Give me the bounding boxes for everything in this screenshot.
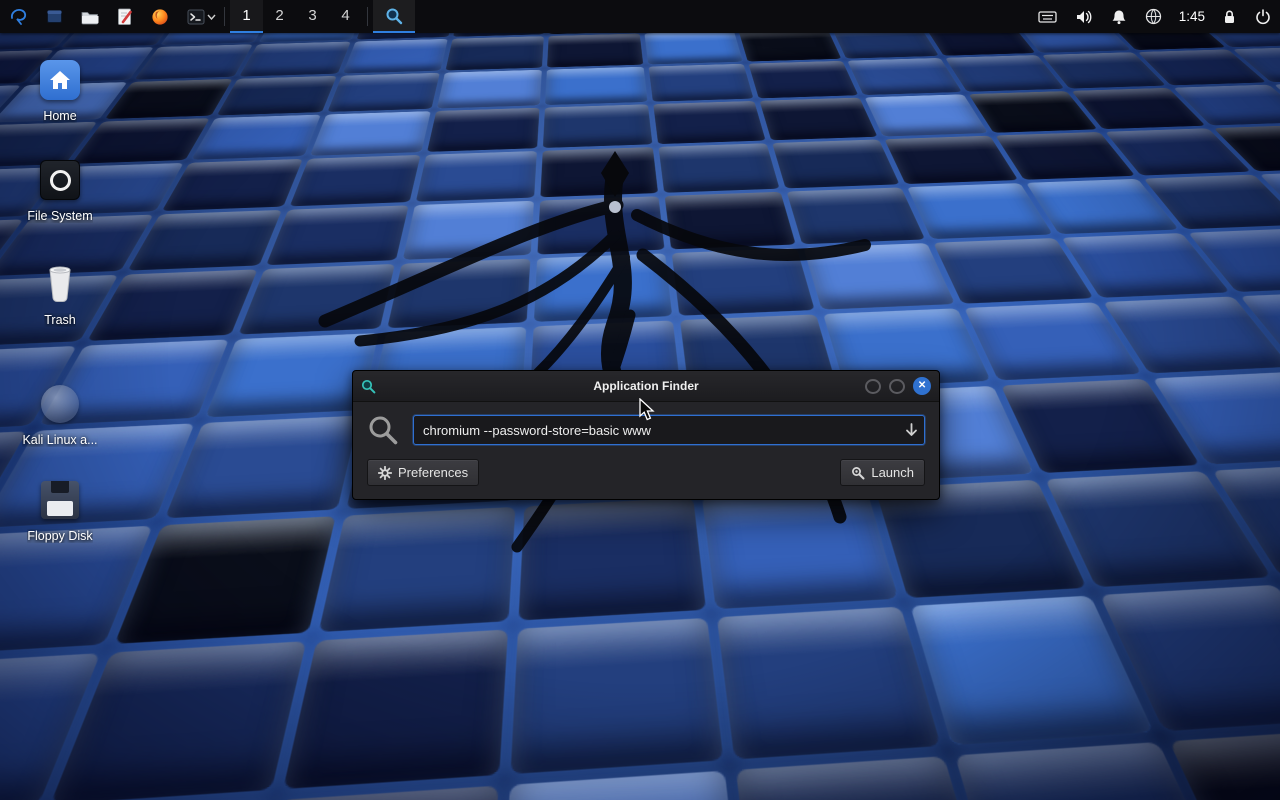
- launcher-window[interactable]: [37, 0, 72, 33]
- tray-keyboard-button[interactable]: [1029, 0, 1066, 33]
- launcher-text-editor[interactable]: [108, 0, 142, 33]
- clock-label: 1:45: [1179, 9, 1205, 24]
- preferences-button[interactable]: Preferences: [367, 459, 479, 486]
- workspace-label: 4: [341, 7, 349, 24]
- desktop-icon-file-system[interactable]: File System: [10, 158, 110, 228]
- workspace-label: 1: [242, 7, 250, 24]
- workspace-button-1[interactable]: 1: [230, 0, 263, 33]
- panel-left: 1 2 3 4: [0, 0, 415, 33]
- launch-label: Launch: [871, 465, 914, 480]
- titlebar[interactable]: Application Finder ✕: [353, 371, 939, 402]
- firefox-icon: [151, 8, 169, 26]
- desktop-icon-floppy-disk[interactable]: Floppy Disk: [10, 478, 110, 548]
- workspace-label: 3: [308, 7, 316, 24]
- workspace-button-3[interactable]: 3: [296, 0, 329, 33]
- power-icon: [1255, 9, 1271, 25]
- gear-icon: [378, 466, 392, 480]
- app-finder-icon: [385, 7, 403, 25]
- tray-volume-button[interactable]: [1066, 0, 1102, 33]
- kali-menu-button[interactable]: [0, 0, 37, 33]
- desktop-icon-kali-linux[interactable]: Kali Linux a...: [10, 382, 110, 452]
- desktop-icon-label: File System: [27, 209, 92, 223]
- desktop-icon-label: Trash: [44, 313, 76, 327]
- desktop-icon-home[interactable]: Home: [10, 58, 110, 128]
- desktop-icon-trash[interactable]: Trash: [10, 262, 110, 332]
- workspace-button-2[interactable]: 2: [263, 0, 296, 33]
- launcher-file-manager[interactable]: [72, 0, 108, 33]
- top-panel: 1 2 3 4: [0, 0, 1280, 33]
- preferences-label: Preferences: [398, 465, 468, 480]
- terminal-icon: [187, 9, 205, 25]
- command-input-wrap: [413, 415, 925, 445]
- panel-tray: 1:45: [1029, 0, 1280, 33]
- desktop-icon-label: Kali Linux a...: [22, 433, 97, 447]
- folder-icon: [81, 9, 99, 25]
- workspace-button-4[interactable]: 4: [329, 0, 362, 33]
- window-app-finder-icon: [361, 379, 376, 394]
- tray-power-button[interactable]: [1246, 0, 1280, 33]
- launch-button[interactable]: Launch: [840, 459, 925, 486]
- kali-logo-icon: [9, 7, 28, 26]
- network-globe-icon: [1145, 8, 1162, 25]
- application-finder-window: Application Finder ✕: [352, 370, 940, 500]
- launcher-firefox[interactable]: [142, 0, 178, 33]
- workspace-label: 2: [275, 7, 283, 24]
- panel-separator: [367, 7, 368, 26]
- trash-icon: [43, 264, 77, 304]
- close-button[interactable]: ✕: [913, 377, 931, 395]
- bell-icon: [1111, 9, 1127, 25]
- search-icon: [367, 414, 399, 446]
- window-icon: [46, 8, 63, 25]
- desktop-icon-label: Home: [43, 109, 76, 123]
- window-title: Application Finder: [353, 379, 939, 393]
- down-arrow-icon: [905, 423, 918, 437]
- terminal-dropdown-button[interactable]: [207, 0, 219, 33]
- lock-icon: [1222, 9, 1237, 25]
- launcher-terminal[interactable]: [178, 0, 207, 33]
- file-system-icon: [40, 160, 80, 200]
- finder-body: Preferences Launch: [353, 402, 939, 499]
- floppy-disk-icon: [41, 481, 79, 519]
- command-input[interactable]: [413, 415, 925, 445]
- tray-network-button[interactable]: [1136, 0, 1171, 33]
- volume-icon: [1075, 9, 1093, 25]
- submit-arrow-button[interactable]: [905, 423, 918, 437]
- launch-icon: [851, 466, 865, 480]
- taskbar-app-finder-button[interactable]: [373, 0, 415, 33]
- keyboard-icon: [1038, 10, 1057, 24]
- chevron-down-icon: [207, 14, 216, 20]
- tray-notifications-button[interactable]: [1102, 0, 1136, 33]
- window-controls: ✕: [865, 377, 931, 395]
- text-editor-icon: [117, 8, 133, 26]
- tray-lock-button[interactable]: [1213, 0, 1246, 33]
- panel-separator: [224, 7, 225, 26]
- home-icon: [40, 60, 80, 100]
- maximize-button[interactable]: [889, 379, 905, 394]
- kali-disc-icon: [41, 385, 79, 423]
- panel-clock[interactable]: 1:45: [1171, 0, 1213, 33]
- minimize-button[interactable]: [865, 379, 881, 394]
- desktop-icon-label: Floppy Disk: [27, 529, 92, 543]
